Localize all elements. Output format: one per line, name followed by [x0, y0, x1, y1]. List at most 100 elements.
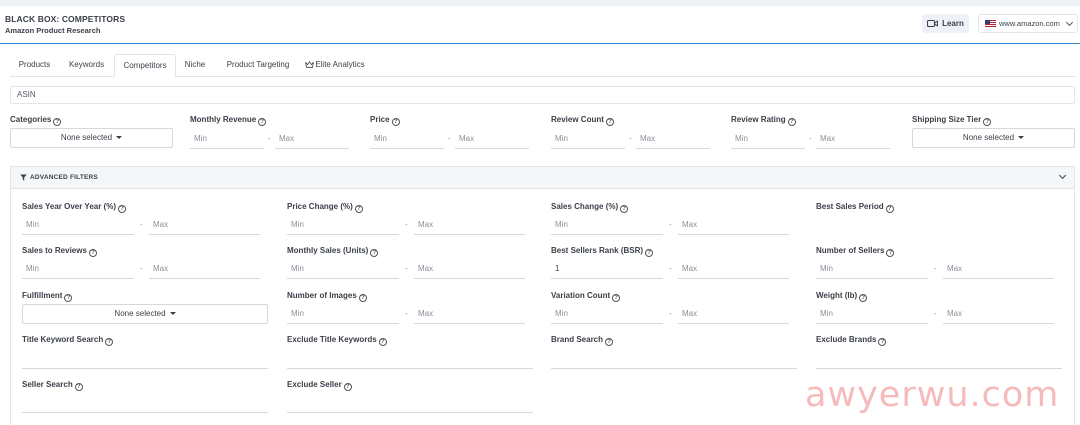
bsr-min[interactable]: 1: [551, 259, 663, 279]
tab-elite-analytics-label: Elite Analytics: [315, 60, 365, 69]
shipping-size-tier-label: Shipping Size Tier?: [912, 115, 992, 126]
exclude-seller-input[interactable]: [287, 393, 533, 413]
tab-niche[interactable]: Niche: [178, 54, 212, 77]
asin-input[interactable]: ASIN: [10, 86, 1075, 104]
price-change-min[interactable]: Min: [287, 215, 399, 235]
tab-products[interactable]: Products: [10, 54, 59, 77]
categories-dropdown[interactable]: None selected: [10, 128, 173, 148]
monthly-revenue-max[interactable]: Max: [275, 129, 349, 149]
us-flag-icon: [985, 20, 996, 27]
marketplace-value: www.amazon.com: [999, 19, 1060, 28]
help-icon: ?: [118, 205, 126, 213]
review-count-label: Review Count?: [551, 115, 614, 126]
learn-button[interactable]: Learn: [922, 14, 969, 33]
fulfillment-label: Fulfillment?: [22, 291, 73, 302]
number-of-sellers-label: Number of Sellers?: [816, 246, 895, 257]
sales-change-min[interactable]: Min: [551, 215, 663, 235]
monthly-sales-min[interactable]: Min: [287, 259, 399, 279]
exclude-seller-label: Exclude Seller?: [287, 380, 352, 391]
range-dash: -: [405, 264, 408, 273]
help-icon: ?: [358, 294, 367, 302]
marketplace-select[interactable]: www.amazon.com: [978, 14, 1078, 33]
variation-count-min[interactable]: Min: [551, 304, 663, 324]
sales-yoy-min[interactable]: Min: [22, 215, 134, 235]
range-dash: -: [934, 264, 937, 273]
number-of-images-min[interactable]: Min: [287, 304, 399, 324]
price-change-label: Price Change (%)?: [287, 202, 363, 213]
shipping-size-tier-dropdown[interactable]: None selected: [912, 128, 1075, 148]
help-icon: ?: [64, 294, 73, 302]
sales-change-label: Sales Change (%)?: [551, 202, 629, 213]
variation-count-label: Variation Count?: [551, 291, 621, 302]
advanced-filters-header[interactable]: ADVANCED FILTERS: [11, 167, 1074, 189]
help-icon: ?: [378, 338, 387, 346]
exclude-title-keywords-label: Exclude Title Keywords?: [287, 335, 387, 346]
number-of-images-label: Number of Images?: [287, 291, 367, 302]
review-rating-label: Review Rating?: [731, 115, 796, 126]
help-icon: ?: [391, 118, 400, 126]
price-min[interactable]: Min: [370, 129, 444, 149]
sales-change-max[interactable]: Max: [678, 215, 789, 235]
sales-yoy-label: Sales Year Over Year (%)?: [22, 202, 126, 213]
weight-min[interactable]: Min: [816, 304, 928, 324]
review-rating-min[interactable]: Min: [731, 129, 805, 149]
number-of-images-max[interactable]: Max: [414, 304, 525, 324]
help-icon: ?: [605, 338, 614, 346]
seller-search-input[interactable]: [22, 393, 268, 413]
tab-product-targeting[interactable]: Product Targeting: [217, 54, 299, 77]
monthly-sales-max[interactable]: Max: [414, 259, 525, 279]
help-icon: ?: [343, 383, 352, 391]
title-keyword-search-label: Title Keyword Search?: [22, 335, 114, 346]
help-icon: ?: [53, 118, 62, 126]
bsr-label: Best Sellers Rank (BSR)?: [551, 246, 654, 257]
brand-search-input[interactable]: [551, 349, 797, 369]
exclude-brands-input[interactable]: [816, 349, 1062, 369]
price-change-max[interactable]: Max: [414, 215, 525, 235]
weight-max[interactable]: Max: [943, 304, 1054, 324]
sales-yoy-max[interactable]: Max: [149, 215, 260, 235]
help-icon: ?: [74, 383, 83, 391]
number-of-sellers-min[interactable]: Min: [816, 259, 928, 279]
page-header: BLACK BOX: COMPETITORS Amazon Product Re…: [0, 6, 1080, 44]
video-camera-icon: [927, 19, 939, 28]
sales-to-reviews-min[interactable]: Min: [22, 259, 134, 279]
best-sales-period-label: Best Sales Period?: [816, 202, 894, 213]
range-dash: -: [405, 220, 408, 229]
monthly-revenue-min[interactable]: Min: [190, 129, 264, 149]
brand-search-label: Brand Search?: [551, 335, 614, 346]
price-label: Price?: [370, 115, 400, 126]
range-dash: -: [669, 220, 672, 229]
price-max[interactable]: Max: [455, 129, 529, 149]
caret-down-icon: [169, 312, 176, 315]
bsr-max[interactable]: Max: [678, 259, 789, 279]
help-icon: ?: [354, 205, 363, 213]
caret-down-icon: [116, 136, 123, 139]
tab-keywords[interactable]: Keywords: [62, 54, 111, 77]
help-icon: ?: [258, 118, 267, 126]
monthly-sales-label: Monthly Sales (Units)?: [287, 246, 379, 257]
help-icon: ?: [612, 294, 621, 302]
monthly-revenue-label: Monthly Revenue?: [190, 115, 267, 126]
tab-competitors[interactable]: Competitors: [114, 54, 176, 78]
help-icon: ?: [370, 249, 379, 257]
categories-label: Categories?: [10, 115, 62, 126]
variation-count-max[interactable]: Max: [678, 304, 789, 324]
best-sales-period-select[interactable]: [816, 215, 1062, 235]
help-icon: ?: [605, 118, 614, 126]
number-of-sellers-max[interactable]: Max: [943, 259, 1054, 279]
exclude-brands-label: Exclude Brands?: [816, 335, 887, 346]
learn-label: Learn: [942, 19, 964, 28]
page-title: BLACK BOX: COMPETITORS: [5, 14, 126, 24]
title-keyword-search-input[interactable]: [22, 349, 268, 369]
sales-to-reviews-max[interactable]: Max: [149, 259, 260, 279]
chevron-down-icon[interactable]: [1058, 171, 1067, 180]
page-subtitle: Amazon Product Research: [5, 26, 101, 35]
tab-elite-analytics[interactable]: Elite Analytics: [302, 54, 368, 77]
help-icon: ?: [645, 249, 654, 257]
review-count-min[interactable]: Min: [551, 129, 625, 149]
review-rating-max[interactable]: Max: [816, 129, 890, 149]
review-count-max[interactable]: Max: [636, 129, 710, 149]
range-dash: -: [669, 264, 672, 273]
fulfillment-dropdown[interactable]: None selected: [22, 304, 268, 324]
exclude-title-keywords-input[interactable]: [287, 349, 533, 369]
